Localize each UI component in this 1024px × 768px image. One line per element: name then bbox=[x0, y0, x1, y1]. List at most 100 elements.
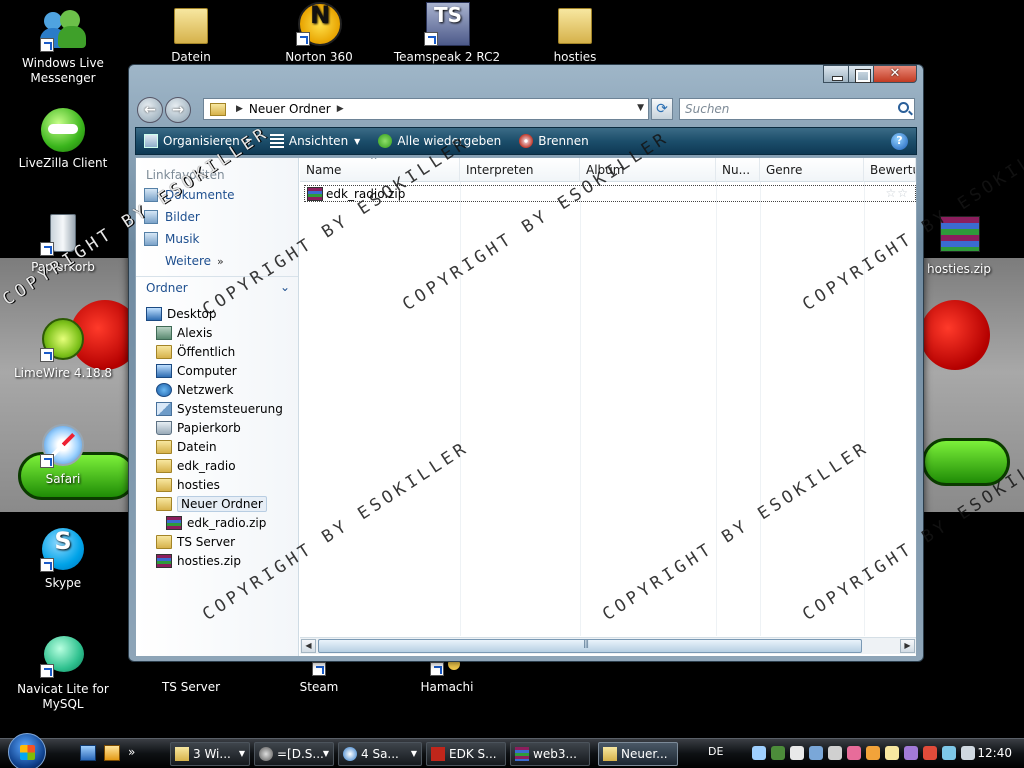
folder-icon bbox=[156, 477, 172, 492]
tray-app-icon[interactable] bbox=[923, 746, 937, 760]
tree-item-ts-server[interactable]: TS Server bbox=[136, 532, 298, 551]
desktop-icon-datein[interactable]: Datein bbox=[136, 0, 246, 65]
wallpaper-green-shape bbox=[922, 438, 1010, 486]
tree-item-neuer-ordner[interactable]: Neuer Ordner bbox=[136, 494, 298, 513]
show-desktop-icon[interactable] bbox=[80, 745, 96, 761]
forward-button[interactable]: → bbox=[165, 97, 191, 123]
start-button[interactable] bbox=[8, 733, 46, 768]
desktop-icon-hosties[interactable]: hosties bbox=[520, 0, 630, 65]
tree-item-control-panel[interactable]: Systemsteuerung bbox=[136, 399, 298, 418]
close-button[interactable]: ✕ bbox=[873, 65, 917, 83]
taskbar-button-neuer-ordner[interactable]: Neuer... bbox=[598, 742, 678, 766]
play-icon bbox=[378, 134, 393, 148]
scroll-right-button[interactable]: ▶ bbox=[900, 639, 915, 653]
desktop-icon-recycle-bin[interactable]: Papierkorb bbox=[8, 210, 118, 275]
refresh-button[interactable]: ⟳ bbox=[651, 98, 673, 120]
folder-icon bbox=[156, 439, 172, 454]
search-icon[interactable] bbox=[898, 102, 909, 113]
tree-item-label: TS Server bbox=[177, 534, 236, 549]
organize-menu[interactable]: Organisieren ▼ bbox=[136, 128, 262, 154]
folders-header[interactable]: Ordner ⌄ bbox=[136, 276, 298, 298]
breadcrumb-current[interactable]: Neuer Ordner bbox=[249, 102, 331, 116]
recycle-bin-icon bbox=[40, 210, 86, 256]
quicklaunch-more-icon[interactable]: » bbox=[128, 745, 144, 761]
tray-steam-icon[interactable] bbox=[790, 746, 804, 760]
tray-app-icon[interactable] bbox=[771, 746, 785, 760]
breadcrumb-chevron-icon[interactable]: ▶ bbox=[236, 104, 243, 114]
media-player-icon[interactable] bbox=[104, 745, 120, 761]
desktop-icon-livezilla[interactable]: LiveZilla Client bbox=[8, 106, 118, 171]
tray-app-icon[interactable] bbox=[828, 746, 842, 760]
address-bar[interactable]: ▶ Neuer Ordner ▶ ▼ bbox=[203, 98, 649, 120]
tree-item-recycle-bin[interactable]: Papierkorb bbox=[136, 418, 298, 437]
clock[interactable]: 12:40 bbox=[977, 746, 1012, 760]
taskbar-button-label: Neuer... bbox=[621, 747, 668, 761]
navicat-icon bbox=[40, 632, 86, 678]
tree-item-network[interactable]: Netzwerk bbox=[136, 380, 298, 399]
scrollbar-thumb[interactable] bbox=[318, 639, 862, 653]
folder-icon bbox=[168, 0, 214, 46]
column-header-rating[interactable]: Bewertun bbox=[864, 158, 916, 182]
scroll-left-button[interactable]: ◀ bbox=[301, 639, 316, 653]
tray-app-icon[interactable] bbox=[847, 746, 861, 760]
address-dropdown-icon[interactable]: ▼ bbox=[637, 103, 644, 113]
tree-item-public[interactable]: Öffentlich bbox=[136, 342, 298, 361]
column-header-genre[interactable]: Genre bbox=[760, 158, 864, 182]
burn-button[interactable]: Brennen bbox=[511, 128, 598, 154]
taskbar-button-explorer[interactable]: 3 Wi... ▼ bbox=[170, 742, 250, 766]
search-input[interactable]: Suchen bbox=[679, 98, 915, 120]
tray-app-icon[interactable] bbox=[866, 746, 880, 760]
desktop-icon-messenger[interactable]: Windows Live Messenger bbox=[8, 6, 118, 86]
column-header-number[interactable]: Nu... bbox=[716, 158, 760, 182]
rating-stars[interactable]: ☆☆ bbox=[885, 186, 909, 200]
tray-app-icon[interactable] bbox=[885, 746, 899, 760]
language-indicator[interactable]: DE bbox=[708, 745, 723, 758]
desktop-icon-limewire[interactable]: LimeWire 4.18.8 bbox=[8, 316, 118, 381]
taskbar-button-filezilla[interactable]: EDK S... bbox=[426, 742, 506, 766]
tray-volume-icon[interactable] bbox=[961, 746, 975, 760]
favorites-more-link[interactable]: Weitere » bbox=[136, 250, 298, 272]
taskbar-button-steam[interactable]: =[D.S... ▼ bbox=[254, 742, 334, 766]
taskbar-button-winrar[interactable]: web3... bbox=[510, 742, 590, 766]
tree-item-alexis[interactable]: Alexis bbox=[136, 323, 298, 342]
desktop-icon-label: TS Server bbox=[161, 680, 221, 694]
tree-item-desktop[interactable]: Desktop bbox=[136, 304, 298, 323]
tree-item-computer[interactable]: Computer bbox=[136, 361, 298, 380]
desktop-icon-label: LimeWire 4.18.8 bbox=[13, 366, 113, 380]
tree-item-datein[interactable]: Datein bbox=[136, 437, 298, 456]
horizontal-scrollbar[interactable]: ◀ ▶ bbox=[300, 637, 916, 654]
refresh-icon: ⟳ bbox=[656, 101, 668, 117]
column-divider bbox=[864, 182, 865, 636]
views-menu[interactable]: Ansichten ▼ bbox=[262, 128, 370, 154]
back-button[interactable]: ← bbox=[137, 97, 163, 123]
play-all-button[interactable]: Alle wiedergeben bbox=[370, 128, 511, 154]
favorite-link-music[interactable]: Musik bbox=[136, 228, 298, 250]
column-header-name[interactable]: Name bbox=[300, 158, 460, 182]
column-header-artist[interactable]: Interpreten bbox=[460, 158, 580, 182]
help-button[interactable]: ? bbox=[891, 133, 908, 150]
tree-item-label: edk_radio bbox=[177, 458, 236, 473]
maximize-button[interactable] bbox=[848, 65, 874, 83]
minimize-button[interactable] bbox=[823, 65, 849, 83]
breadcrumb-chevron-icon[interactable]: ▶ bbox=[337, 104, 344, 114]
column-header-album[interactable]: Album bbox=[580, 158, 716, 182]
tree-item-edk-radio[interactable]: edk_radio bbox=[136, 456, 298, 475]
desktop-icon-navicat[interactable]: Navicat Lite for MySQL bbox=[8, 632, 118, 712]
desktop-icon-teamspeak[interactable]: TS Teamspeak 2 RC2 bbox=[392, 0, 502, 65]
desktop-icon-safari[interactable]: Safari bbox=[8, 422, 118, 487]
tray-app-icon[interactable] bbox=[904, 746, 918, 760]
tray-network-icon[interactable] bbox=[752, 746, 766, 760]
file-row[interactable]: edk_radio.zip ☆☆ bbox=[304, 185, 916, 202]
tree-item-edk-radio-zip[interactable]: edk_radio.zip bbox=[136, 513, 298, 532]
tray-app-icon[interactable] bbox=[809, 746, 823, 760]
taskbar-button-safari[interactable]: 4 Sa... ▼ bbox=[338, 742, 422, 766]
explorer-window: ✕ ← → ▶ Neuer Ordner ▶ ▼ ⟳ Suchen Organi… bbox=[128, 64, 924, 662]
tree-item-hosties-zip[interactable]: hosties.zip bbox=[136, 551, 298, 570]
favorite-link-pictures[interactable]: Bilder bbox=[136, 206, 298, 228]
computer-icon bbox=[156, 363, 172, 378]
desktop-icon-skype[interactable]: S Skype bbox=[8, 526, 118, 591]
tray-network-status-icon[interactable] bbox=[942, 746, 956, 760]
favorite-link-documents[interactable]: Dokumente bbox=[136, 184, 298, 206]
tree-item-hosties[interactable]: hosties bbox=[136, 475, 298, 494]
burn-label: Brennen bbox=[538, 134, 589, 148]
